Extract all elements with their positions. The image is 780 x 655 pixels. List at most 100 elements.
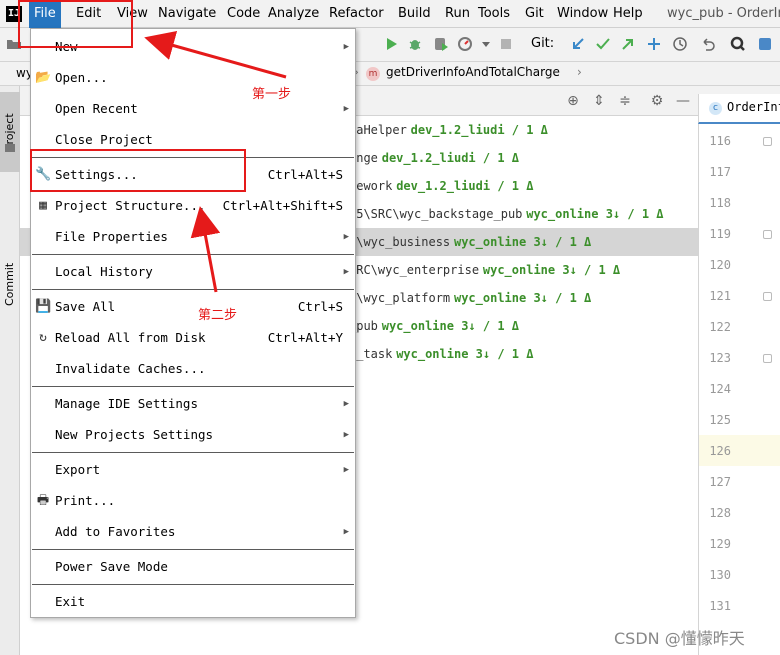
tool-tab-commit[interactable]: Commit xyxy=(0,254,20,314)
menu-tools[interactable]: Tools xyxy=(478,0,510,28)
line-number: 126 xyxy=(709,444,731,458)
submenu-arrow-icon: ▶ xyxy=(343,232,349,242)
line-number: 124 xyxy=(709,382,731,396)
editor-tab[interactable]: c OrderInf xyxy=(698,94,780,124)
menu-item-open-recent[interactable]: Open Recent ▶ xyxy=(31,95,355,123)
tree-row-branch: wyc_online 3↓ / 1 Δ xyxy=(526,207,664,221)
tree-row-name: taHelper xyxy=(349,123,407,137)
menu-help[interactable]: Help xyxy=(613,0,643,28)
menu-separator xyxy=(32,386,354,387)
menu-item-print[interactable]: 🖶 Print... xyxy=(31,487,355,515)
fold-marker-icon[interactable] xyxy=(763,354,772,363)
project-folder-icon xyxy=(5,144,15,152)
git-label: Git: xyxy=(531,36,555,51)
tree-row-branch: wyc_online 3↓ / 1 Δ xyxy=(453,291,592,305)
menu-item-new-projects-settings[interactable]: New Projects Settings ▶ xyxy=(31,421,355,449)
submenu-arrow-icon: ▶ xyxy=(343,465,349,475)
debug-icon[interactable] xyxy=(407,36,423,52)
breadcrumb-method[interactable]: getDriverInfoAndTotalCharge xyxy=(386,65,560,79)
tree-row-branch: wyc_online 3↓ / 1 Δ xyxy=(453,235,592,249)
collapse-all-icon[interactable]: ≑ xyxy=(617,93,633,109)
menu-separator xyxy=(32,289,354,290)
menu-item-file-properties[interactable]: File Properties ▶ xyxy=(31,223,355,251)
menu-item-open[interactable]: 📂 Open... xyxy=(31,64,355,92)
line-number: 123 xyxy=(709,351,731,365)
save-icon: 💾 xyxy=(35,299,52,314)
line-number: 116 xyxy=(709,134,731,148)
menu-refactor[interactable]: Refactor xyxy=(329,0,384,28)
menu-navigate[interactable]: Navigate xyxy=(158,0,216,28)
submenu-arrow-icon: ▶ xyxy=(343,527,349,537)
menu-build[interactable]: Build xyxy=(398,0,431,28)
menu-git[interactable]: Git xyxy=(525,0,544,28)
tree-row-branch: dev_1.2_liudi / 1 Δ xyxy=(410,123,548,137)
locate-icon[interactable]: ⊕ xyxy=(565,93,581,109)
rollback-icon[interactable] xyxy=(700,36,716,52)
line-number: 117 xyxy=(709,165,731,179)
tree-row-name: C\wyc_business xyxy=(349,235,451,249)
line-number: 130 xyxy=(709,568,731,582)
gear-icon[interactable]: ⚙ xyxy=(649,93,665,109)
left-tool-strip: Project Commit xyxy=(0,86,20,655)
git-commit-icon[interactable] xyxy=(595,36,611,52)
window-title: wyc_pub - OrderInf xyxy=(667,6,780,21)
search-everywhere-icon[interactable] xyxy=(730,36,746,52)
menu-item-local-history[interactable]: Local History ▶ xyxy=(31,258,355,286)
profiler-icon[interactable] xyxy=(457,36,473,52)
annotation-box-file-menu xyxy=(18,0,133,48)
tree-row-branch: wyc_online 3↓ / 1 Δ xyxy=(482,263,621,277)
menu-window[interactable]: Window xyxy=(557,0,608,28)
tree-row-branch: wyc_online 3↓ / 1 Δ xyxy=(381,319,520,333)
menu-separator xyxy=(32,254,354,255)
hide-panel-icon[interactable]: — xyxy=(675,93,691,109)
line-number: 128 xyxy=(709,506,731,520)
annotation-step1: 第一步 xyxy=(252,87,292,102)
line-number: 129 xyxy=(709,537,731,551)
menu-code[interactable]: Code xyxy=(227,0,260,28)
line-number: 127 xyxy=(709,475,731,489)
menu-item-manage-ide-settings[interactable]: Manage IDE Settings ▶ xyxy=(31,390,355,418)
fold-marker-icon[interactable] xyxy=(763,292,772,301)
tool-tab-project[interactable]: Project xyxy=(0,92,20,172)
tree-row-branch: dev_1.2_liudi / 1 Δ xyxy=(396,179,534,193)
tree-row-name: SRC\wyc_enterprise xyxy=(349,263,480,277)
file-menu-dropdown: New ▶ 📂 Open... Open Recent ▶ Close Project… xyxy=(30,28,356,618)
method-icon: m xyxy=(366,67,380,81)
submenu-arrow-icon: ▶ xyxy=(343,430,349,440)
tree-row-name: 65\SRC\wyc_backstage_pub xyxy=(349,207,523,221)
editor-tab-label: OrderInf xyxy=(727,100,780,114)
git-update-icon[interactable] xyxy=(570,36,586,52)
history-icon[interactable] xyxy=(672,36,688,52)
menu-item-exit[interactable]: Exit xyxy=(31,588,355,616)
line-number: 122 xyxy=(709,320,731,334)
fold-marker-icon[interactable] xyxy=(763,230,772,239)
submenu-arrow-icon: ▶ xyxy=(343,399,349,409)
breadcrumb-chevron-icon: › xyxy=(577,65,582,79)
submenu-arrow-icon: ▶ xyxy=(343,267,349,277)
menu-item-invalidate-caches[interactable]: Invalidate Caches... xyxy=(31,355,355,383)
submenu-arrow-icon: ▶ xyxy=(343,42,349,52)
fold-marker-icon[interactable] xyxy=(763,137,772,146)
stop-icon[interactable] xyxy=(498,36,514,52)
menu-item-power-save-mode[interactable]: Power Save Mode xyxy=(31,553,355,581)
tree-row-branch: dev_1.2_liudi / 1 Δ xyxy=(381,151,520,165)
menu-run[interactable]: Run xyxy=(445,0,470,28)
menu-item-project-structure[interactable]: ▦ Project Structure... Ctrl+Alt+Shift+S xyxy=(31,192,355,220)
expand-all-icon[interactable]: ⇕ xyxy=(591,93,607,109)
coverage-icon[interactable] xyxy=(433,36,449,52)
line-number: 125 xyxy=(709,413,731,427)
menu-item-export[interactable]: Export ▶ xyxy=(31,456,355,484)
menu-analyze[interactable]: Analyze xyxy=(268,0,319,28)
print-icon: 🖶 xyxy=(36,493,50,508)
git-compare-icon[interactable] xyxy=(646,36,662,52)
line-number: 131 xyxy=(709,599,731,613)
menu-item-save-all[interactable]: 💾 Save All Ctrl+S xyxy=(31,293,355,321)
tree-row-branch: wyc_online 3↓ / 1 Δ xyxy=(396,347,534,361)
run-icon[interactable] xyxy=(383,36,399,52)
git-push-icon[interactable] xyxy=(620,36,636,52)
annotation-step2: 第二步 xyxy=(198,308,238,323)
menu-item-reload-all[interactable]: ↻ Reload All from Disk Ctrl+Alt+Y xyxy=(31,324,355,352)
run-config-dropdown-icon[interactable] xyxy=(478,36,494,52)
ide-features-icon[interactable] xyxy=(757,36,773,52)
menu-item-add-to-favorites[interactable]: Add to Favorites ▶ xyxy=(31,518,355,546)
